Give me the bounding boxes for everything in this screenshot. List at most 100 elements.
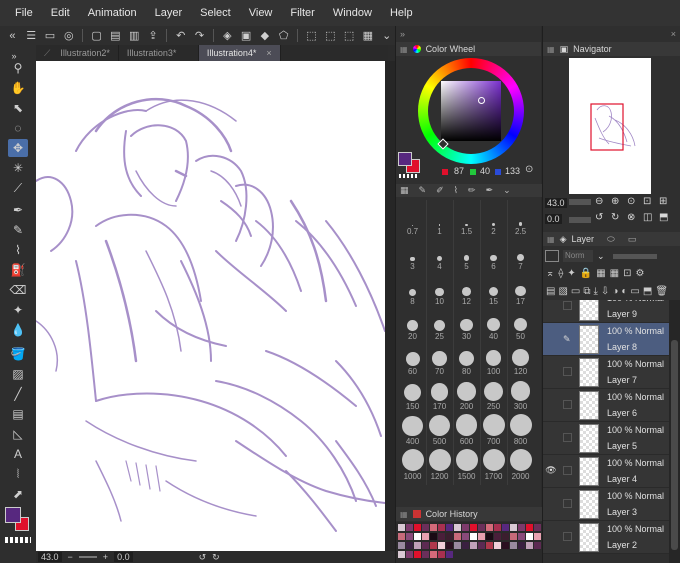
hand-tool-icon[interactable]: ✋ bbox=[8, 79, 28, 97]
rotation-slider[interactable] bbox=[569, 217, 591, 223]
grip-icon[interactable]: ▦ bbox=[400, 45, 408, 54]
brush-size-item[interactable]: 40 bbox=[481, 309, 506, 341]
brush-size-item[interactable]: 2 bbox=[481, 204, 506, 236]
brush-size-item[interactable]: 1500 bbox=[454, 449, 479, 481]
menu-file[interactable]: File bbox=[6, 0, 42, 26]
close-icon[interactable]: × bbox=[266, 48, 271, 58]
color-history-swatch[interactable] bbox=[398, 533, 405, 540]
menu-window[interactable]: Window bbox=[324, 0, 381, 26]
layer-row[interactable]: 100 % Normal Layer 6 bbox=[543, 389, 669, 422]
layer-checkbox[interactable] bbox=[563, 301, 572, 310]
dropdown-chevron-icon[interactable]: ⌄ bbox=[378, 28, 395, 43]
zoom-in-icon[interactable]: ⊕ bbox=[611, 196, 619, 207]
collapse-icon[interactable]: » bbox=[400, 29, 405, 39]
transparent-color-icon[interactable] bbox=[399, 174, 417, 178]
transparent-color-icon[interactable] bbox=[5, 537, 31, 543]
layer-checkbox[interactable] bbox=[563, 400, 572, 409]
deselect-icon[interactable]: ⬚ bbox=[303, 28, 320, 43]
reset-rotation-icon[interactable]: ⊗ bbox=[627, 212, 635, 223]
settings-icon[interactable]: ⚙ bbox=[635, 268, 644, 279]
color-history-swatch[interactable] bbox=[414, 542, 421, 549]
brush-size-item[interactable]: 1.5 bbox=[454, 204, 479, 236]
brush-tab-icon[interactable]: ✐ bbox=[436, 185, 444, 196]
clear-icon[interactable]: ◈ bbox=[219, 28, 236, 43]
color-history-swatch[interactable] bbox=[470, 551, 477, 558]
color-history-swatch[interactable] bbox=[478, 542, 485, 549]
brush-size-item[interactable]: 15 bbox=[481, 274, 506, 306]
brush-size-item[interactable]: 80 bbox=[454, 344, 479, 376]
rotate-right-icon[interactable]: ↻ bbox=[611, 212, 619, 223]
brush-size-item[interactable]: 700 bbox=[481, 414, 506, 446]
open-icon[interactable]: ▤ bbox=[107, 28, 124, 43]
color-history-swatch[interactable] bbox=[430, 524, 437, 531]
color-history-swatch[interactable] bbox=[398, 551, 405, 558]
pen-tool-icon[interactable]: ✒ bbox=[8, 201, 28, 219]
ruler-icon[interactable]: ▭ bbox=[630, 286, 639, 297]
color-picker-handle[interactable] bbox=[478, 97, 485, 104]
fill-tool-icon[interactable]: 🪣 bbox=[8, 345, 28, 363]
pencil-tool-icon[interactable]: ✎ bbox=[8, 221, 28, 239]
menu-filter[interactable]: Filter bbox=[281, 0, 323, 26]
brush-size-item[interactable]: 60 bbox=[400, 344, 425, 376]
saturation-value-square[interactable] bbox=[441, 81, 501, 141]
color-history-swatch[interactable] bbox=[526, 524, 533, 531]
color-history-swatch[interactable] bbox=[534, 542, 541, 549]
color-history-swatch[interactable] bbox=[494, 551, 501, 558]
canvas-scrollbar[interactable] bbox=[385, 61, 395, 551]
color-history-swatch[interactable] bbox=[414, 533, 421, 540]
layer-row[interactable]: 100 % Normal Layer 3 bbox=[543, 488, 669, 521]
flip-vertical-icon[interactable]: ⬒ bbox=[659, 212, 668, 223]
color-history-swatch[interactable] bbox=[414, 524, 421, 531]
eye-icon[interactable] bbox=[545, 432, 557, 444]
menu-animation[interactable]: Animation bbox=[79, 0, 146, 26]
new-vector-layer-icon[interactable]: ▧ bbox=[558, 286, 567, 297]
color-history-swatch[interactable] bbox=[478, 551, 485, 558]
snap-icon[interactable]: ▦ bbox=[359, 28, 376, 43]
brush-size-item[interactable]: 1200 bbox=[427, 449, 452, 481]
drawing-canvas[interactable] bbox=[36, 61, 385, 551]
menu-select[interactable]: Select bbox=[191, 0, 240, 26]
save-icon[interactable]: ▥ bbox=[126, 28, 143, 43]
rotate-left-icon[interactable]: ↺ bbox=[595, 212, 603, 223]
layer-row[interactable]: 100 % Normal Layer 2 bbox=[543, 521, 669, 554]
cloud-icon[interactable]: ◎ bbox=[60, 28, 77, 43]
layer-row[interactable]: 100 % Normal Layer 5 bbox=[543, 422, 669, 455]
color-history-swatch[interactable] bbox=[430, 542, 437, 549]
color-history-swatch[interactable] bbox=[510, 533, 517, 540]
gradient-tool-icon[interactable]: ▨ bbox=[8, 365, 28, 383]
color-history-swatch[interactable] bbox=[502, 542, 509, 549]
new-canvas-icon[interactable]: ▢ bbox=[88, 28, 105, 43]
lasso-tool-icon[interactable]: ◌ bbox=[8, 119, 28, 137]
blend-mode-select[interactable]: Norm bbox=[563, 250, 593, 262]
apply-mask-icon[interactable]: ◐ bbox=[621, 286, 627, 297]
brush-size-item[interactable]: 1 bbox=[427, 204, 452, 236]
lock-transparent-icon[interactable]: ▦ bbox=[596, 268, 605, 279]
color-history-swatch[interactable] bbox=[494, 542, 501, 549]
brush-size-item[interactable]: 8 bbox=[400, 274, 425, 306]
color-history-swatch[interactable] bbox=[462, 542, 469, 549]
brush-size-item[interactable]: 300 bbox=[508, 379, 533, 411]
brush-size-item[interactable]: 120 bbox=[508, 344, 533, 376]
brush-size-item[interactable]: 250 bbox=[481, 379, 506, 411]
decoration-tool-icon[interactable]: ✦ bbox=[8, 301, 28, 319]
zoom-out-icon[interactable]: ⊖ bbox=[595, 196, 603, 207]
zoom-100-icon[interactable]: ⊙ bbox=[627, 196, 635, 207]
color-history-swatch[interactable] bbox=[438, 551, 445, 558]
undo-icon[interactable]: ↶ bbox=[172, 28, 189, 43]
color-history-swatch[interactable] bbox=[462, 533, 469, 540]
color-history-swatch[interactable] bbox=[398, 524, 405, 531]
color-history-swatch[interactable] bbox=[422, 524, 429, 531]
layer-row[interactable]: 100 % Normal Layer 9 bbox=[543, 300, 669, 323]
color-history-swatch[interactable] bbox=[446, 542, 453, 549]
color-history-swatch[interactable] bbox=[438, 524, 445, 531]
eyedropper-tool-icon[interactable]: ⟋ bbox=[8, 179, 28, 197]
color-history-swatch[interactable] bbox=[526, 533, 533, 540]
brush-size-item[interactable]: 30 bbox=[454, 309, 479, 341]
grip-icon[interactable]: ▦ bbox=[400, 510, 408, 519]
color-history-swatch[interactable] bbox=[462, 524, 469, 531]
correct-line-tool-icon[interactable]: ⬈ bbox=[8, 485, 28, 503]
color-history-swatch[interactable] bbox=[534, 524, 541, 531]
color-history-swatch[interactable] bbox=[502, 524, 509, 531]
clear-outside-icon[interactable]: ▣ bbox=[238, 28, 255, 43]
color-history-swatch[interactable] bbox=[398, 542, 405, 549]
